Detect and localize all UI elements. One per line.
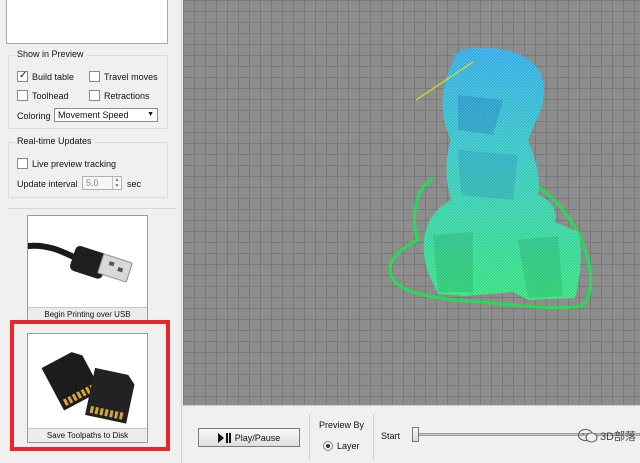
travel-moves-label: Travel moves — [104, 71, 158, 82]
bottom-bar: Play/Pause Preview By Layer Start 3D部落 — [183, 405, 640, 463]
layer-radio[interactable]: Layer — [323, 441, 360, 451]
update-interval-spinbox[interactable]: 5.0 ▲ ▼ — [82, 176, 122, 190]
live-preview-check-icon[interactable] — [17, 158, 28, 169]
layer-label: Layer — [337, 441, 360, 451]
travel-moves-check-icon[interactable] — [89, 71, 100, 82]
start-label: Start — [381, 431, 401, 441]
travel-moves-checkbox[interactable]: Travel moves — [89, 71, 158, 82]
layer-slider-handle[interactable] — [412, 427, 419, 442]
watermark-text: 3D部落 — [599, 431, 636, 443]
coloring-label: Coloring — [17, 111, 51, 121]
update-interval-label: Update interval — [17, 179, 78, 189]
begin-printing-usb-button[interactable]: Begin Printing over USB — [27, 215, 148, 322]
chevron-down-icon: ▼ — [147, 111, 154, 118]
retractions-check-icon[interactable] — [89, 90, 100, 101]
preview-viewport[interactable] — [183, 0, 640, 405]
divider — [8, 208, 176, 209]
divider — [309, 414, 310, 460]
usb-cable-icon — [28, 242, 133, 283]
layer-radio-dot[interactable] — [323, 441, 333, 451]
coloring-value: Movement Speed — [58, 110, 129, 120]
live-preview-label: Live preview tracking — [32, 158, 117, 169]
begin-printing-usb-label: Begin Printing over USB — [28, 307, 147, 321]
toolhead-label: Toolhead — [32, 90, 69, 101]
preview-by-title: Preview By — [319, 420, 365, 430]
play-pause-label: Play/Pause — [234, 432, 281, 443]
highlight-box — [10, 320, 170, 451]
left-panel: Show in Preview Build table Travel moves… — [0, 0, 182, 463]
play-pause-icon — [217, 432, 231, 443]
build-table-checkbox[interactable]: Build table — [17, 70, 75, 82]
watermark: 3D部落 — [577, 428, 636, 444]
spin-arrows-icon[interactable]: ▲ ▼ — [112, 177, 121, 189]
info-textbox[interactable] — [6, 0, 168, 44]
update-interval-value: 5.0 — [86, 178, 99, 188]
wechat-icon — [577, 428, 598, 443]
update-interval-unit: sec — [127, 179, 142, 189]
divider — [373, 414, 374, 460]
play-pause-button[interactable]: Play/Pause — [198, 428, 300, 447]
build-table-label: Build table — [32, 71, 75, 82]
retractions-checkbox[interactable]: Retractions — [89, 90, 150, 101]
live-preview-checkbox[interactable]: Live preview tracking — [17, 158, 116, 169]
realtime-updates-title: Real-time Updates — [15, 136, 94, 146]
show-in-preview-title: Show in Preview — [15, 49, 86, 59]
toolhead-checkbox[interactable]: Toolhead — [17, 90, 69, 101]
retractions-label: Retractions — [104, 90, 150, 101]
build-table-check-icon[interactable] — [17, 70, 28, 82]
toolhead-check-icon[interactable] — [17, 90, 28, 101]
coloring-select[interactable]: Movement Speed ▼ — [54, 108, 158, 122]
model-preview — [388, 47, 593, 310]
